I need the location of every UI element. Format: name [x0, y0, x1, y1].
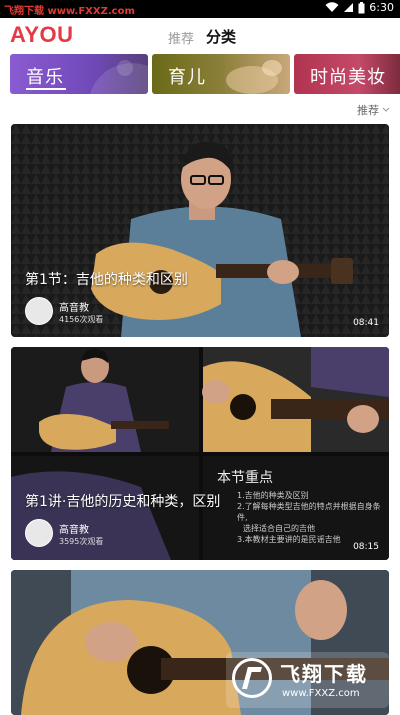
category-row: 音乐 育儿 时尚美妆 — [10, 54, 400, 94]
view-count: 3595次观看 — [59, 537, 104, 546]
author-name[interactable]: 高音教 — [59, 521, 89, 536]
status-icons: 6:30 — [325, 1, 394, 14]
category-music[interactable]: 音乐 — [10, 54, 148, 94]
watermark-logo-icon — [232, 658, 272, 698]
overlay-notes: 1.吉他的种类及区别 2.了解每种类型吉他的特点并根据自身条件, 选择适合自己的… — [237, 490, 389, 545]
video-card[interactable]: 第1节：吉他的种类和区别 高音教 4156次观看 08:41 — [11, 124, 389, 337]
battery-icon — [358, 1, 365, 13]
tab-category[interactable]: 分类 — [206, 26, 236, 47]
status-watermark: 飞翔下载 www.FXXZ.com — [4, 6, 135, 17]
author-avatar[interactable] — [25, 297, 53, 325]
category-parenting[interactable]: 育儿 — [152, 54, 290, 94]
signal-icon — [344, 3, 354, 12]
watermark-url: www.FXXZ.com — [282, 688, 360, 699]
status-bar: 飞翔下载 www.FXXZ.com 6:30 — [0, 0, 400, 18]
tab-recommend[interactable]: 推荐 — [168, 28, 194, 47]
wifi-icon — [325, 2, 339, 13]
overlay-line: 2.了解每种类型吉他的特点并根据自身条件, — [237, 502, 381, 522]
category-fashion-label: 时尚美妆 — [310, 67, 386, 88]
category-selected-indicator — [26, 88, 66, 90]
video-duration: 08:15 — [353, 542, 379, 552]
category-parenting-label: 育儿 — [168, 67, 206, 88]
app-header: AYOU 推荐 分类 — [0, 18, 400, 56]
overlay-heading: 本节重点 — [217, 470, 273, 486]
category-music-label: 音乐 — [26, 67, 64, 88]
site-watermark: 飞翔下载 www.FXXZ.com — [226, 652, 389, 708]
status-time: 6:30 — [369, 1, 394, 14]
overlay-line: 选择适合自己的吉他 — [243, 524, 315, 533]
video-title: 第1节：吉他的种类和区别 — [25, 272, 188, 288]
category-fashion[interactable]: 时尚美妆 — [294, 54, 400, 94]
video-card[interactable]: 本节重点 1.吉他的种类及区别 2.了解每种类型吉他的特点并根据自身条件, 选择… — [11, 347, 389, 560]
overlay-line: 1.吉他的种类及区别 — [237, 491, 309, 500]
sort-dropdown[interactable]: 推荐 — [357, 102, 390, 118]
watermark-brand: 飞翔下载 — [280, 662, 368, 686]
chevron-down-icon — [382, 107, 390, 112]
author-name[interactable]: 高音教 — [59, 299, 89, 314]
video-duration: 08:41 — [353, 318, 379, 328]
video-title: 第1讲·吉他的历史和种类，区别 — [25, 494, 221, 510]
author-avatar[interactable] — [25, 519, 53, 547]
app-logo: AYOU — [10, 22, 74, 47]
sort-label: 推荐 — [357, 104, 379, 117]
view-count: 4156次观看 — [59, 315, 104, 324]
